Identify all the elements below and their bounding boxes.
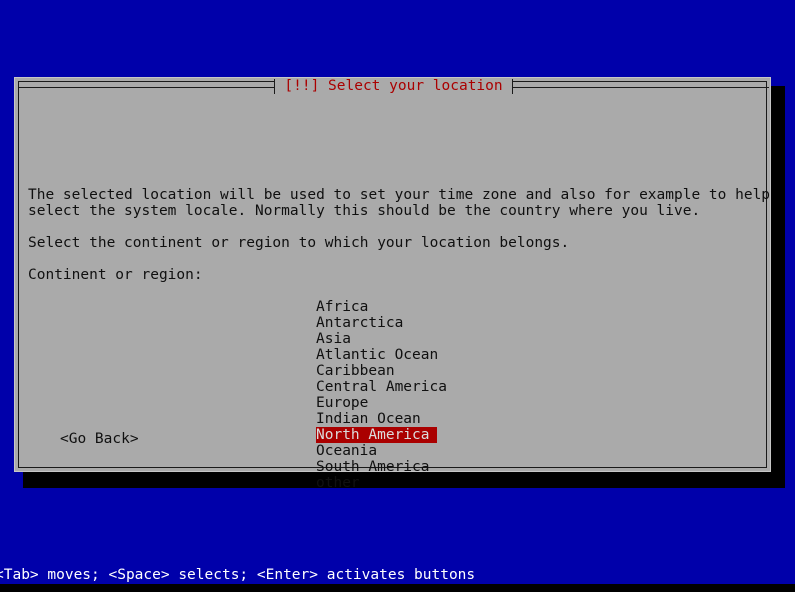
title-rule-left: [18, 86, 275, 88]
select-location-dialog: [!!] Select your location The selected l…: [14, 77, 772, 491]
bottom-black-strip: [0, 584, 795, 592]
prompt-text: Select the continent or region to which …: [28, 235, 570, 251]
status-bar-text: <Tab> moves; <Space> selects; <Enter> ac…: [0, 567, 476, 583]
option-item[interactable]: North America: [316, 427, 437, 443]
status-bar: <Tab> moves; <Space> selects; <Enter> ac…: [0, 566, 795, 584]
option-item[interactable]: Atlantic Ocean: [316, 347, 438, 363]
title-rule-right: [512, 86, 769, 88]
option-item[interactable]: Europe: [316, 395, 437, 411]
intro-text-line-2: select the system locale. Normally this …: [28, 203, 701, 219]
dialog-title-bar: [!!] Select your location: [18, 78, 769, 94]
option-item[interactable]: Oceania: [316, 443, 437, 459]
continent-field-label: Continent or region:: [28, 267, 203, 283]
installer-screen: [!!] Select your location The selected l…: [0, 0, 795, 592]
continent-option-list[interactable]: Africa Antarctica Asia Atlantic Ocean Caribb…: [316, 299, 646, 491]
dialog-title: [!!] Select your location: [275, 78, 512, 94]
option-item[interactable]: Asia: [316, 331, 437, 347]
go-back-button[interactable]: <Go Back>: [60, 431, 139, 447]
option-item[interactable]: Indian Ocean: [316, 411, 437, 427]
option-item[interactable]: South America: [316, 459, 437, 475]
dialog-body: The selected location will be used to se…: [15, 78, 772, 491]
intro-text-line-1: The selected location will be used to se…: [28, 187, 771, 203]
option-item[interactable]: Central America: [316, 379, 447, 395]
option-item[interactable]: Antarctica: [316, 315, 437, 331]
option-item[interactable]: other: [316, 475, 437, 491]
option-item[interactable]: Africa: [316, 299, 437, 315]
option-item[interactable]: Caribbean: [316, 363, 437, 379]
